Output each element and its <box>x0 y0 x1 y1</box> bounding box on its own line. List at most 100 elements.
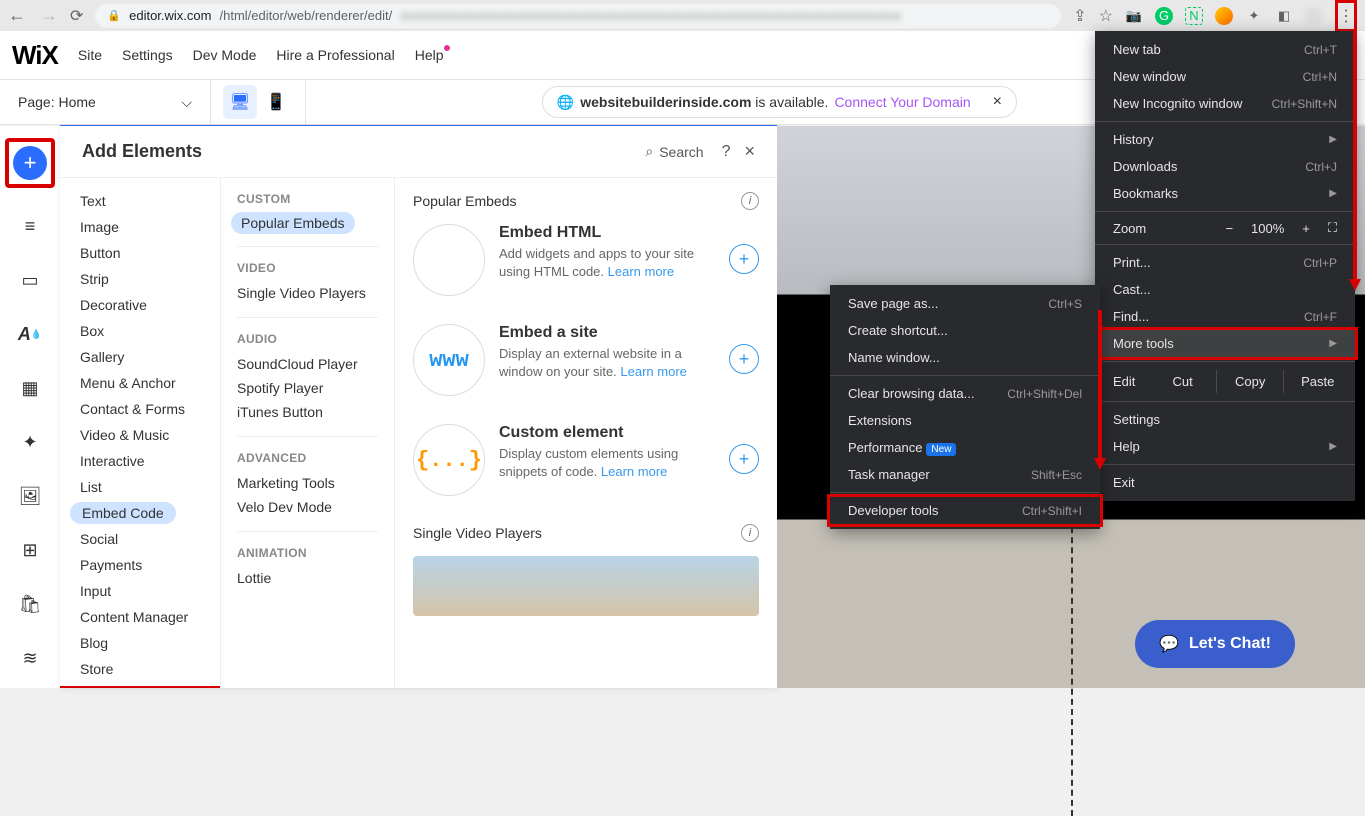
chrome-menu-item[interactable]: Bookmarks▶ <box>1095 180 1355 207</box>
profile-avatar[interactable] <box>1305 7 1323 25</box>
rail-apps-icon[interactable]: ▦ <box>11 372 49 404</box>
add-embed-button[interactable]: + <box>729 444 759 474</box>
add-embed-button[interactable]: + <box>729 244 759 274</box>
info-icon[interactable]: i <box>741 524 759 542</box>
wix-logo[interactable]: WiX <box>12 40 58 71</box>
rail-media-icon[interactable]: 🖼 <box>11 480 49 512</box>
chrome-submenu-item[interactable]: Task managerShift+Esc <box>830 461 1100 488</box>
category-item[interactable]: Image <box>60 214 220 240</box>
chrome-submenu-item[interactable]: Clear browsing data...Ctrl+Shift+Del <box>830 380 1100 407</box>
chat-button[interactable]: 💬 Let's Chat! <box>1135 620 1295 668</box>
subcategory-item[interactable]: Single Video Players <box>237 281 378 305</box>
chrome-menu-item[interactable]: History▶ <box>1095 126 1355 153</box>
help-icon[interactable]: ? <box>722 143 731 161</box>
category-item[interactable]: Social <box>60 526 220 552</box>
chrome-menu-item[interactable]: New tabCtrl+T <box>1095 36 1355 63</box>
category-item[interactable]: Gallery <box>60 344 220 370</box>
chrome-menu-item[interactable]: Exit <box>1095 469 1355 496</box>
subcategory-item[interactable]: Lottie <box>237 566 378 590</box>
copy-action[interactable]: Copy <box>1217 370 1285 393</box>
category-item[interactable]: Text <box>60 188 220 214</box>
menu-help[interactable]: Help <box>415 47 444 63</box>
embed-option[interactable]: {...} Custom element Display custom elem… <box>413 424 759 496</box>
category-item[interactable]: Box <box>60 318 220 344</box>
category-item[interactable]: Blog <box>60 630 220 656</box>
chrome-menu-item[interactable]: New Incognito windowCtrl+Shift+N <box>1095 90 1355 117</box>
back-button[interactable]: ← <box>8 5 26 26</box>
chrome-menu-item[interactable]: DownloadsCtrl+J <box>1095 153 1355 180</box>
chrome-submenu-item[interactable]: Save page as...Ctrl+S <box>830 290 1100 317</box>
chrome-menu-item[interactable]: Find...Ctrl+F <box>1095 303 1355 330</box>
category-item[interactable]: Embed Code <box>70 502 176 524</box>
subcategory-item[interactable]: Popular Embeds <box>231 212 355 234</box>
cut-action[interactable]: Cut <box>1149 370 1217 393</box>
menu-devmode[interactable]: Dev Mode <box>193 47 257 63</box>
category-item[interactable]: Strip <box>60 266 220 292</box>
chrome-menu-item[interactable]: Help▶ <box>1095 433 1355 460</box>
info-icon[interactable]: i <box>741 192 759 210</box>
chrome-submenu-item[interactable]: Create shortcut... <box>830 317 1100 344</box>
fullscreen-icon[interactable]: ⛶ <box>1328 220 1337 236</box>
extension-icon[interactable] <box>1215 7 1233 25</box>
add-elements-button[interactable]: + <box>5 138 55 188</box>
page-selector[interactable]: Page: Home ⌵ <box>0 94 210 111</box>
desktop-view-button[interactable]: 🖥 <box>223 85 257 119</box>
extensions-icon[interactable]: ✦ <box>1245 7 1263 25</box>
category-item[interactable]: Button <box>60 240 220 266</box>
chrome-submenu-item[interactable]: PerformanceNew <box>830 434 1100 461</box>
subcategory-item[interactable]: Marketing Tools <box>237 471 378 495</box>
rail-sections-icon[interactable]: ≡ <box>11 210 49 242</box>
rail-cms-icon[interactable]: ⊞ <box>11 534 49 566</box>
extension-icon[interactable]: 📷 <box>1125 7 1143 25</box>
extension-icon[interactable]: N <box>1185 7 1203 25</box>
reload-button[interactable]: ⟳ <box>70 6 83 26</box>
subcategory-item[interactable]: iTunes Button <box>237 400 378 424</box>
rail-layers-icon[interactable]: ≋ <box>11 642 49 674</box>
chrome-menu-item[interactable]: Settings <box>1095 406 1355 433</box>
category-item[interactable]: Menu & Anchor <box>60 370 220 396</box>
rail-business-icon[interactable]: ✦ <box>11 426 49 458</box>
close-icon[interactable]: × <box>744 141 755 162</box>
category-item[interactable]: Video & Music <box>60 422 220 448</box>
close-icon[interactable]: × <box>993 93 1002 111</box>
menu-settings[interactable]: Settings <box>122 47 173 63</box>
extension-icon[interactable]: G <box>1155 7 1173 25</box>
chrome-menu-item[interactable]: Print...Ctrl+P <box>1095 249 1355 276</box>
chrome-menu-button[interactable]: ⋮ <box>1335 0 1357 32</box>
learn-more-link[interactable]: Learn more <box>620 364 686 379</box>
category-item[interactable]: Input <box>60 578 220 604</box>
bookmark-star-icon[interactable]: ☆ <box>1099 6 1113 26</box>
embed-option[interactable]: www Embed a site Display an external web… <box>413 324 759 396</box>
share-icon[interactable]: ⇪ <box>1073 6 1086 26</box>
menu-hire[interactable]: Hire a Professional <box>276 47 394 63</box>
chrome-menu-item[interactable]: More tools▶ <box>1092 327 1358 360</box>
forward-button[interactable]: → <box>40 5 58 26</box>
menu-site[interactable]: Site <box>78 47 102 63</box>
embed-option[interactable]: Embed HTML Add widgets and apps to your … <box>413 224 759 296</box>
subcategory-item[interactable]: Velo Dev Mode <box>237 495 378 519</box>
sidepanel-icon[interactable]: ◧ <box>1275 7 1293 25</box>
category-item[interactable]: Store <box>60 656 220 682</box>
learn-more-link[interactable]: Learn more <box>601 464 667 479</box>
panel-search[interactable]: ⌕ Search <box>645 143 703 160</box>
video-preview-thumbnail[interactable] <box>413 556 759 616</box>
subcategory-item[interactable]: Spotify Player <box>237 376 378 400</box>
mobile-view-button[interactable]: 📱 <box>259 85 293 119</box>
category-item[interactable]: Bookings <box>60 682 220 688</box>
connect-domain-link[interactable]: Connect Your Domain <box>834 94 970 110</box>
add-embed-button[interactable]: + <box>729 344 759 374</box>
chrome-submenu-item[interactable]: Extensions <box>830 407 1100 434</box>
category-item[interactable]: Payments <box>60 552 220 578</box>
omnibox[interactable]: 🔒 editor.wix.com/html/editor/web/rendere… <box>95 4 1061 28</box>
chrome-submenu-item[interactable]: Developer toolsCtrl+Shift+I <box>827 494 1103 527</box>
zoom-in[interactable]: + <box>1302 221 1310 236</box>
category-item[interactable]: List <box>60 474 220 500</box>
chrome-menu-item[interactable]: New windowCtrl+N <box>1095 63 1355 90</box>
category-item[interactable]: Decorative <box>60 292 220 318</box>
chrome-menu-item[interactable]: Cast... <box>1095 276 1355 303</box>
paste-action[interactable]: Paste <box>1284 370 1351 393</box>
zoom-out[interactable]: − <box>1225 221 1233 236</box>
category-item[interactable]: Content Manager <box>60 604 220 630</box>
learn-more-link[interactable]: Learn more <box>608 264 674 279</box>
category-item[interactable]: Contact & Forms <box>60 396 220 422</box>
